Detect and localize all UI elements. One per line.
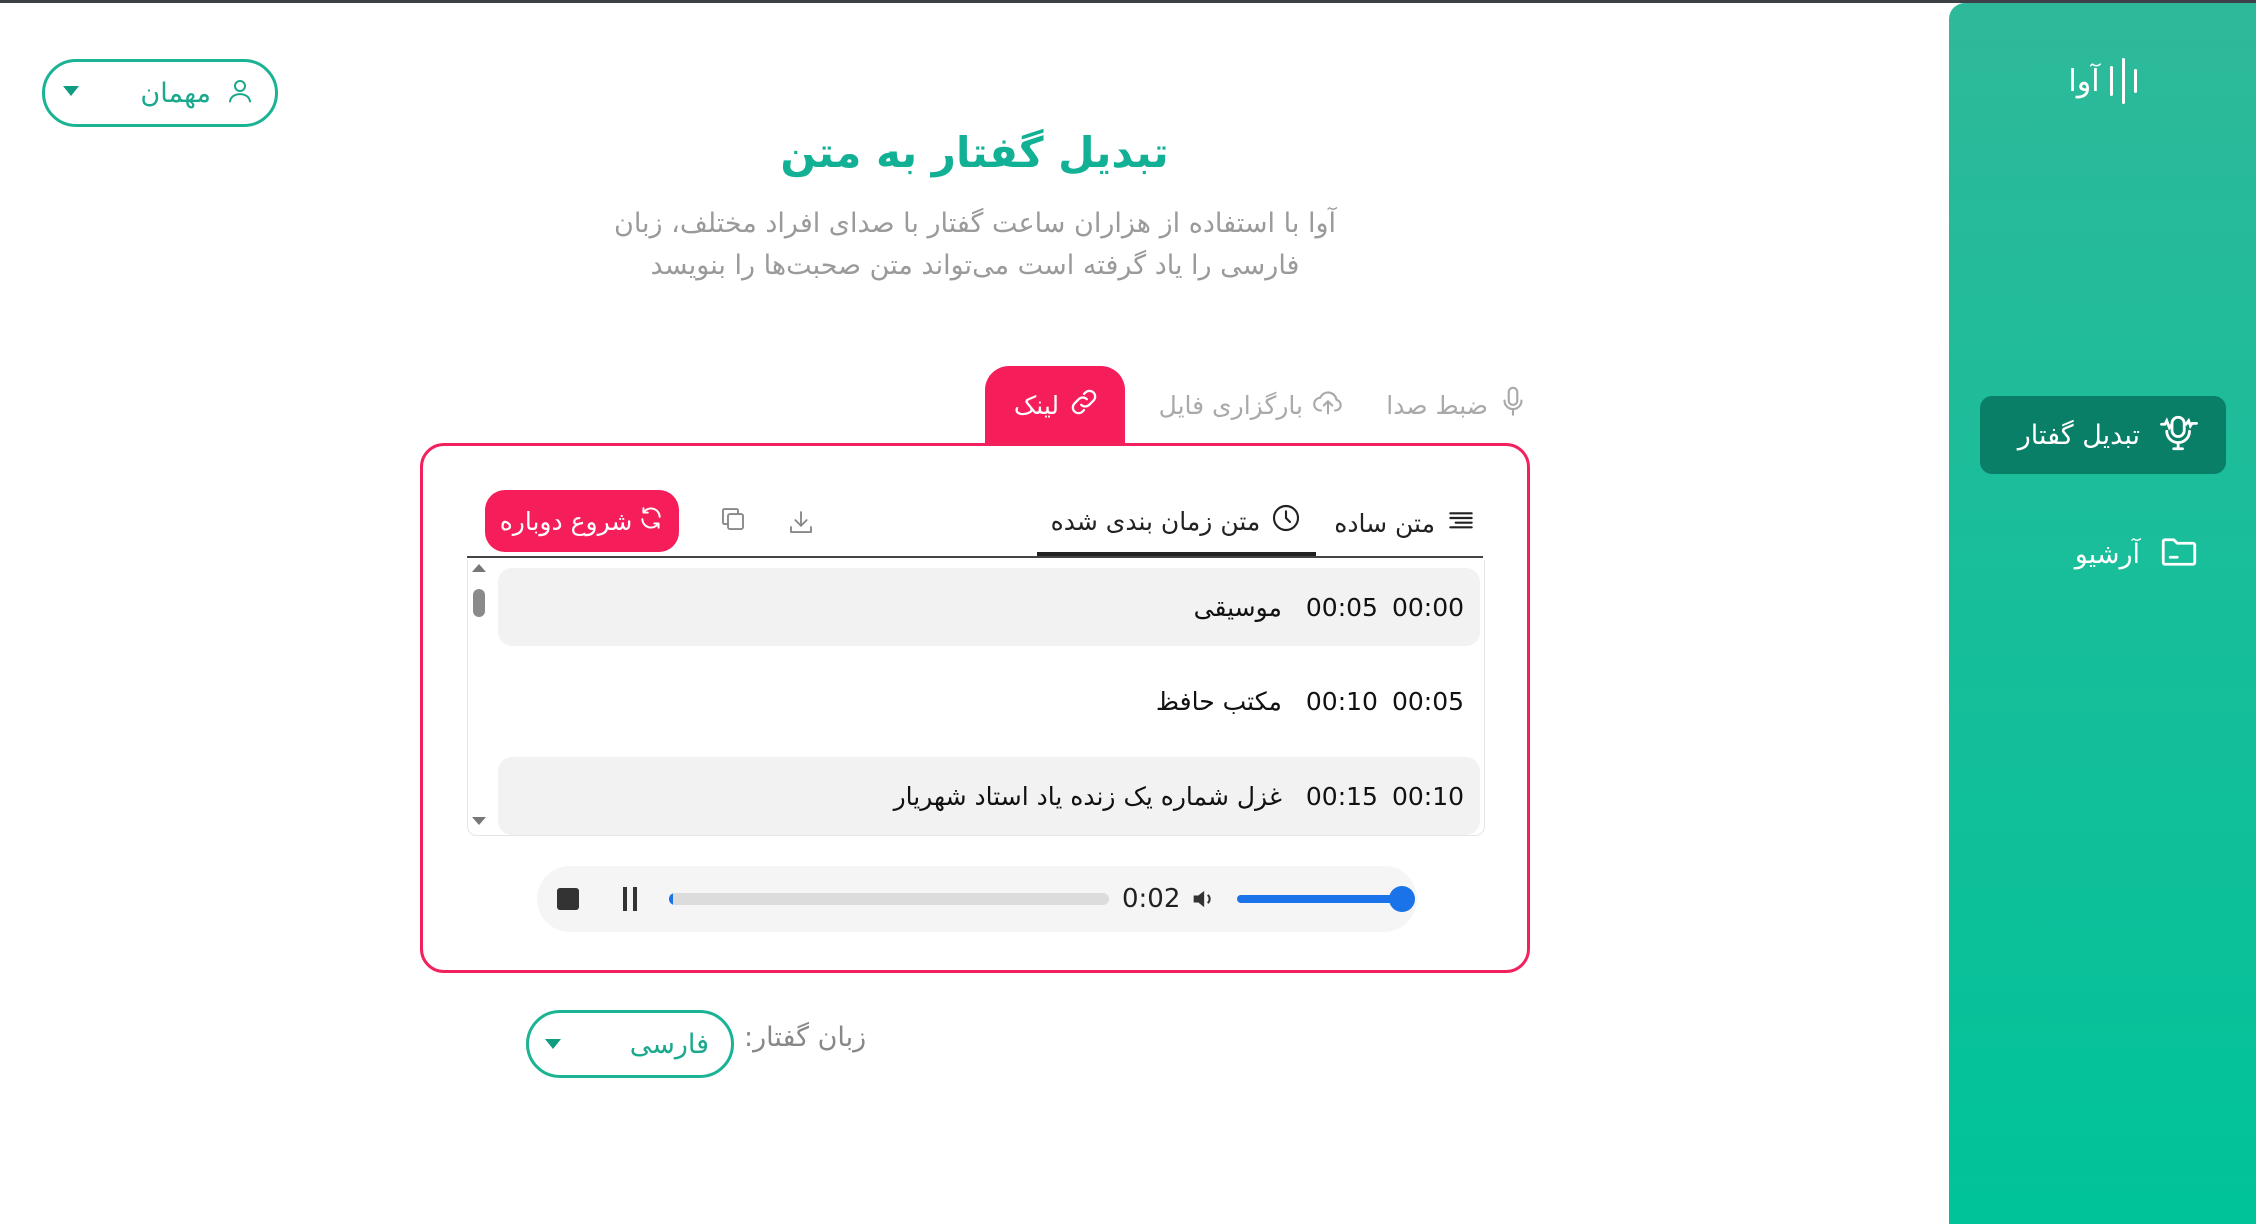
chevron-down-icon bbox=[63, 86, 79, 96]
download-icon bbox=[786, 507, 816, 541]
tab-timed-text[interactable]: متن زمان بندی شده bbox=[1036, 490, 1317, 556]
sidebar-item-speech-to-text[interactable]: تبدیل گفتار bbox=[1980, 396, 2226, 474]
folder-icon bbox=[2158, 531, 2200, 577]
seek-slider[interactable] bbox=[669, 893, 1109, 905]
lines-icon bbox=[1445, 504, 1477, 542]
sidebar-item-label: تبدیل گفتار bbox=[2017, 419, 2140, 451]
result-panel: شروع دوباره متن ساده متن زمان بندی شده 0… bbox=[420, 443, 1530, 973]
transcript-row[interactable]: 00:00 00:05 موسیقی bbox=[498, 568, 1480, 646]
transcript-row[interactable]: 00:10 00:15 غزل شماره یک زنده یاد استاد … bbox=[498, 757, 1480, 835]
mic-wave-icon bbox=[2158, 412, 2200, 458]
app-logo[interactable]: آوا bbox=[1949, 58, 2256, 104]
scroll-down-arrow-icon[interactable] bbox=[472, 817, 486, 825]
segment-end: 00:10 bbox=[1305, 686, 1378, 716]
current-time: 0:02 bbox=[1122, 884, 1181, 914]
mic-icon bbox=[1496, 385, 1530, 425]
segment-text: موسیقی bbox=[1193, 592, 1282, 622]
tab-label: بارگزاری فایل bbox=[1158, 390, 1303, 420]
user-menu-button[interactable]: مهمان bbox=[42, 59, 278, 127]
user-name: مهمان bbox=[140, 77, 211, 109]
tab-label: متن ساده bbox=[1334, 508, 1435, 538]
segment-start: 00:00 bbox=[1391, 592, 1464, 622]
copy-icon bbox=[718, 504, 748, 538]
tab-record-audio[interactable]: ضبط صدا bbox=[1386, 366, 1530, 444]
volume-slider-knob[interactable] bbox=[1389, 886, 1415, 912]
result-tabs: متن ساده متن زمان بندی شده bbox=[1036, 490, 1487, 556]
tab-plain-text[interactable]: متن ساده bbox=[1324, 490, 1487, 556]
scrollbar[interactable] bbox=[468, 560, 488, 835]
download-button[interactable] bbox=[781, 504, 821, 544]
chevron-down-icon bbox=[545, 1039, 561, 1049]
pause-icon[interactable] bbox=[623, 887, 637, 911]
clock-icon bbox=[1270, 502, 1302, 540]
page-subtitle: آوا با استفاده از هزاران ساعت گفتار با ص… bbox=[600, 203, 1350, 287]
logo-bars-icon bbox=[2109, 58, 2137, 104]
volume-slider[interactable] bbox=[1237, 895, 1401, 903]
segment-start: 00:10 bbox=[1391, 781, 1464, 811]
segment-text: مکتب حافظ bbox=[1155, 686, 1282, 716]
audio-player: 0:02 bbox=[537, 866, 1417, 932]
subtitle-line-1: آوا با استفاده از هزاران ساعت گفتار با ص… bbox=[613, 208, 1336, 239]
language-selected: فارسی bbox=[629, 1028, 709, 1060]
user-icon bbox=[225, 76, 255, 110]
seek-progress bbox=[669, 893, 674, 905]
language-select[interactable]: فارسی bbox=[526, 1010, 734, 1078]
tabs-divider bbox=[467, 556, 1483, 558]
sidebar-item-archive[interactable]: آرشیو bbox=[1980, 515, 2226, 593]
volume-icon[interactable] bbox=[1189, 885, 1217, 913]
refresh-icon bbox=[638, 505, 664, 537]
language-label: زبان گفتار: bbox=[744, 1022, 867, 1053]
segment-end: 00:05 bbox=[1305, 592, 1378, 622]
restart-label: شروع دوباره bbox=[499, 506, 633, 536]
segment-end: 00:15 bbox=[1305, 781, 1378, 811]
tab-link[interactable]: لینک bbox=[985, 366, 1125, 444]
transcript-row[interactable]: 00:05 00:10 مکتب حافظ bbox=[498, 662, 1480, 740]
subtitle-line-2: فارسی را یاد گرفته است می‌تواند متن صحبت… bbox=[650, 250, 1300, 281]
transcript-list: 00:00 00:05 موسیقی 00:05 00:10 مکتب حافظ… bbox=[467, 560, 1485, 836]
segment-start: 00:05 bbox=[1391, 686, 1464, 716]
copy-button[interactable] bbox=[713, 501, 753, 541]
logo-text: آوا bbox=[2068, 63, 2100, 99]
link-icon bbox=[1067, 385, 1101, 425]
tab-upload-file[interactable]: بارگزاری فایل bbox=[1159, 366, 1345, 444]
cloud-upload-icon bbox=[1311, 385, 1345, 425]
window-top-border bbox=[0, 0, 2256, 3]
tab-label: متن زمان بندی شده bbox=[1050, 506, 1261, 536]
sidebar: آوا تبدیل گفتار آرشیو bbox=[1949, 3, 2256, 1224]
tab-label: لینک bbox=[1013, 390, 1059, 420]
input-source-tabs: ضبط صدا بارگزاری فایل لینک bbox=[985, 366, 1530, 444]
scroll-up-arrow-icon[interactable] bbox=[472, 564, 486, 572]
restart-button[interactable]: شروع دوباره bbox=[485, 490, 679, 552]
page-title: تبدیل گفتار به متن bbox=[780, 128, 1169, 177]
segment-text: غزل شماره یک زنده یاد استاد شهریار bbox=[893, 781, 1282, 811]
tab-label: ضبط صدا bbox=[1386, 390, 1488, 420]
stop-icon[interactable] bbox=[557, 888, 579, 910]
scroll-thumb[interactable] bbox=[473, 589, 485, 617]
sidebar-item-label: آرشیو bbox=[2074, 538, 2140, 570]
